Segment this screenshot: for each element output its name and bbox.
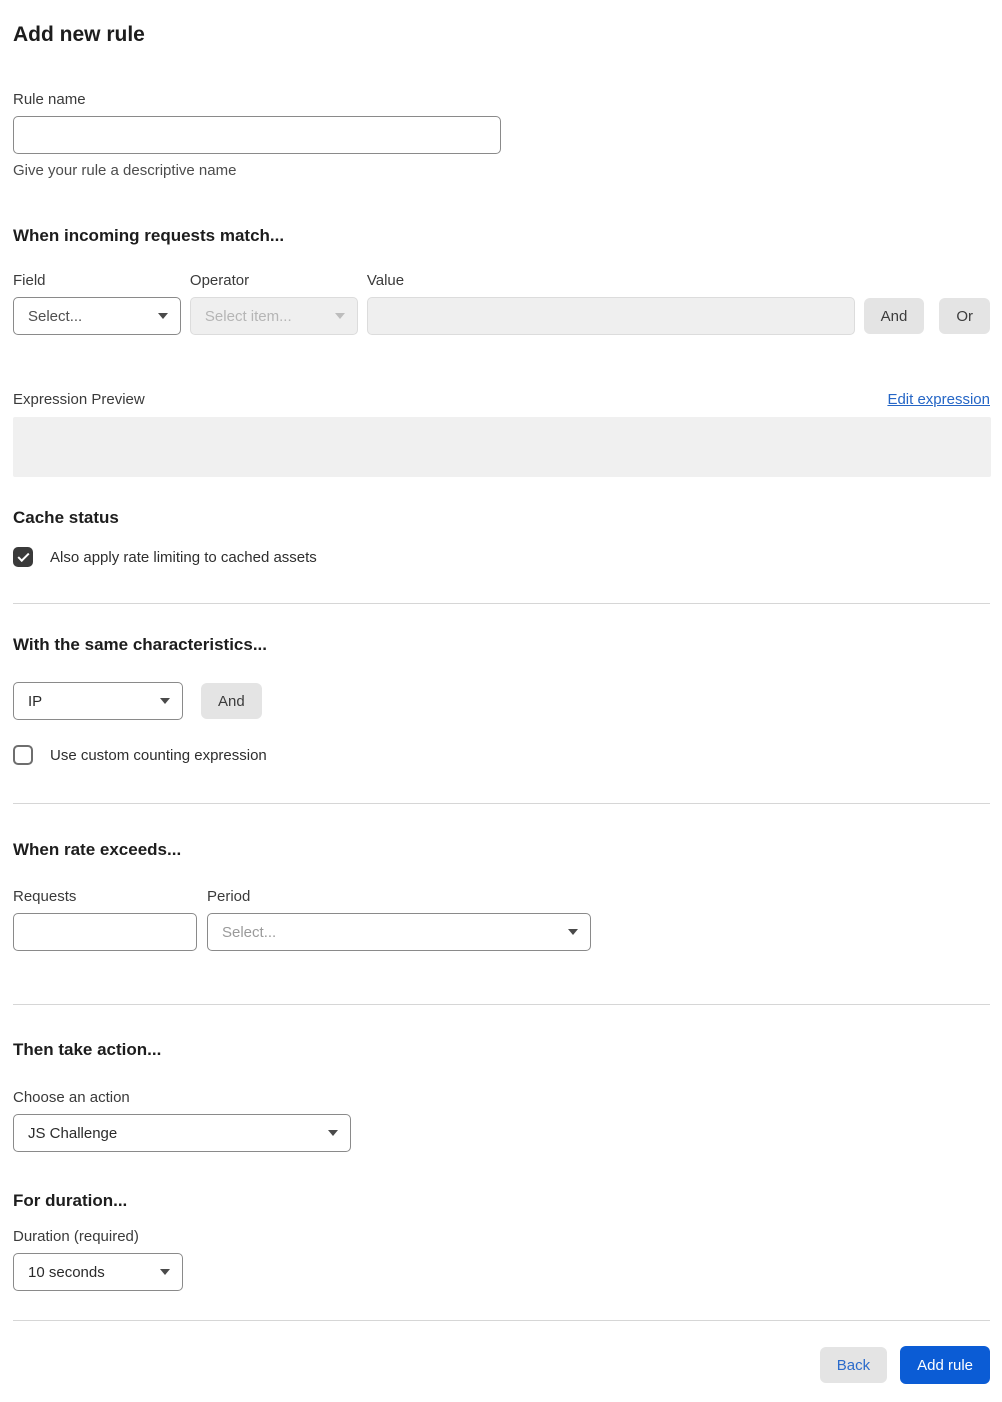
choose-action-label: Choose an action bbox=[13, 1089, 130, 1106]
requests-label: Requests bbox=[13, 888, 77, 905]
chevron-down-icon bbox=[160, 1269, 170, 1275]
operator-select: Select item... bbox=[189, 297, 358, 335]
or-button[interactable]: Or bbox=[939, 298, 990, 334]
rate-row: Requests Period Select... bbox=[13, 887, 990, 951]
field-select[interactable]: Select... bbox=[13, 297, 181, 335]
and-button[interactable]: And bbox=[863, 298, 925, 334]
duration-section-heading: For duration... bbox=[13, 1191, 128, 1210]
rule-name-label: Rule name bbox=[13, 91, 86, 108]
chevron-down-icon bbox=[160, 698, 170, 704]
characteristic-select[interactable]: IP bbox=[13, 682, 183, 720]
cache-section-heading: Cache status bbox=[13, 508, 119, 527]
expression-preview-header: Expression Preview Edit expression bbox=[13, 391, 990, 408]
section-divider bbox=[13, 1004, 990, 1005]
expression-preview-box bbox=[13, 417, 991, 477]
footer-divider bbox=[13, 1320, 990, 1321]
add-rule-button[interactable]: Add rule bbox=[900, 1346, 990, 1384]
value-label: Value bbox=[366, 272, 405, 289]
chevron-down-icon bbox=[328, 1130, 338, 1136]
chevron-down-icon bbox=[568, 929, 578, 935]
footer-actions: Back Add rule bbox=[13, 1346, 990, 1388]
cache-checkbox[interactable] bbox=[13, 547, 33, 567]
page-title: Add new rule bbox=[13, 23, 145, 46]
custom-counting-row: Use custom counting expression bbox=[13, 745, 990, 765]
duration-label: Duration (required) bbox=[13, 1228, 139, 1245]
and-or-group: And Or bbox=[863, 298, 990, 335]
rule-name-group: Rule name Give your rule a descriptive n… bbox=[13, 90, 990, 179]
characteristics-section-heading: With the same characteristics... bbox=[13, 635, 268, 654]
rule-name-input[interactable] bbox=[13, 116, 501, 154]
operator-label: Operator bbox=[189, 272, 250, 289]
chevron-down-icon bbox=[334, 313, 345, 319]
characteristic-select-value: IP bbox=[28, 692, 43, 710]
cache-checkbox-row: Also apply rate limiting to cached asset… bbox=[13, 547, 990, 567]
field-label: Field bbox=[13, 272, 46, 289]
match-condition-row: Field Select... Operator Select item... … bbox=[13, 271, 990, 335]
cache-checkbox-label: Also apply rate limiting to cached asset… bbox=[50, 548, 317, 566]
custom-counting-label: Use custom counting expression bbox=[50, 746, 267, 764]
requests-input[interactable] bbox=[13, 913, 197, 951]
section-divider bbox=[13, 803, 990, 804]
period-select[interactable]: Select... bbox=[207, 913, 591, 951]
action-select[interactable]: JS Challenge bbox=[13, 1114, 351, 1152]
back-button[interactable]: Back bbox=[819, 1347, 888, 1383]
characteristics-row: IP And bbox=[13, 682, 990, 720]
expression-preview-label: Expression Preview bbox=[13, 391, 145, 408]
value-input bbox=[366, 297, 855, 335]
edit-expression-link[interactable]: Edit expression bbox=[887, 391, 990, 408]
characteristics-and-button[interactable]: And bbox=[201, 683, 262, 719]
duration-select[interactable]: 10 seconds bbox=[13, 1253, 183, 1291]
period-label: Period bbox=[207, 888, 251, 905]
operator-select-value: Select item... bbox=[204, 307, 292, 325]
section-divider bbox=[13, 603, 990, 604]
custom-counting-checkbox[interactable] bbox=[13, 745, 33, 765]
field-select-value: Select... bbox=[28, 307, 83, 325]
add-rule-form: Add new rule Rule name Give your rule a … bbox=[0, 0, 1002, 1402]
chevron-down-icon bbox=[157, 313, 168, 319]
action-section-heading: Then take action... bbox=[13, 1040, 162, 1059]
duration-select-value: 10 seconds bbox=[28, 1263, 105, 1281]
rate-section-heading: When rate exceeds... bbox=[13, 840, 182, 859]
action-select-value: JS Challenge bbox=[28, 1124, 118, 1142]
rule-name-helper: Give your rule a descriptive name bbox=[13, 162, 237, 179]
match-section-heading: When incoming requests match... bbox=[13, 226, 285, 245]
period-select-value: Select... bbox=[222, 923, 277, 941]
